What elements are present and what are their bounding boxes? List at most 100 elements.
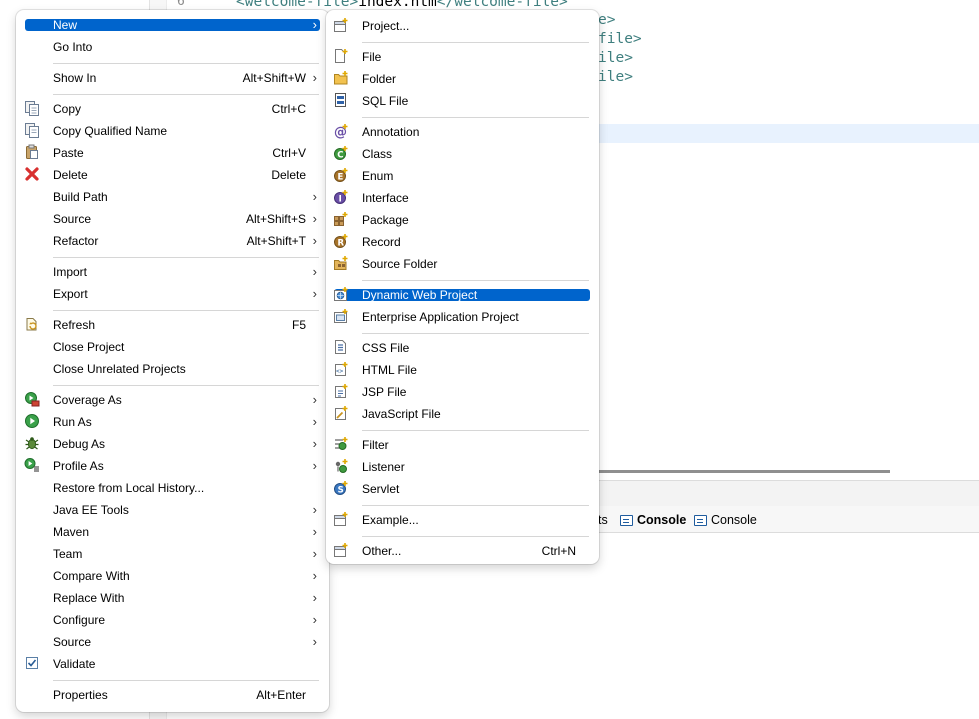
menu-item-debug-as[interactable]: Debug As › (16, 433, 329, 455)
submenu-item-package[interactable]: Package (326, 209, 599, 231)
menu-item-properties[interactable]: Properties Alt+Enter (16, 684, 329, 706)
submenu-item-servlet[interactable]: S Servlet (326, 478, 599, 500)
context-menu: New › Go Into Show In Alt+Shift+W › Copy… (16, 10, 329, 712)
chevron-right-icon: › (312, 264, 317, 279)
menu-item-restore-local-history[interactable]: Restore from Local History... (16, 477, 329, 499)
menu-item-coverage-as[interactable]: Coverage As › (16, 389, 329, 411)
submenu-item-filter[interactable]: Filter (326, 434, 599, 456)
menu-item-paste[interactable]: Paste Ctrl+V (16, 142, 329, 164)
ear-project-icon (333, 308, 349, 324)
delete-icon (24, 166, 40, 182)
submenu-item-file[interactable]: File (326, 46, 599, 68)
submenu-item-listener[interactable]: Listener (326, 456, 599, 478)
submenu-item-html-file[interactable]: <> HTML File (326, 359, 599, 381)
submenu-item-sql-file[interactable]: SQL File (326, 90, 599, 112)
other-icon (333, 542, 349, 558)
menu-item-run-as[interactable]: Run As › (16, 411, 329, 433)
menu-item-show-in[interactable]: Show In Alt+Shift+W › (16, 67, 329, 89)
horizontal-scrollbar[interactable] (598, 470, 890, 473)
submenu-item-enterprise-application-project[interactable]: Enterprise Application Project (326, 306, 599, 328)
submenu-item-css-file[interactable]: CSS File (326, 337, 599, 359)
class-icon: C (333, 145, 349, 161)
refresh-icon (24, 316, 40, 332)
view-tabs: ts Console Console (598, 506, 979, 533)
menu-item-profile-as[interactable]: Profile As › (16, 455, 329, 477)
menu-item-copy-qualified-name[interactable]: Copy Qualified Name (16, 120, 329, 142)
submenu-item-folder[interactable]: Folder (326, 68, 599, 90)
menu-item-validate[interactable]: Validate (16, 653, 329, 675)
submenu-item-example[interactable]: Example... (326, 509, 599, 531)
chevron-right-icon: › (312, 17, 317, 32)
line-number: 6 (177, 0, 185, 9)
chevron-right-icon: › (312, 568, 317, 583)
menu-item-java-ee-tools[interactable]: Java EE Tools › (16, 499, 329, 521)
chevron-right-icon: › (312, 233, 317, 248)
run-icon (24, 413, 40, 429)
submenu-item-project[interactable]: Project... (326, 15, 599, 37)
menu-item-configure[interactable]: Configure › (16, 609, 329, 631)
submenu-item-javascript-file[interactable]: JavaScript File (326, 403, 599, 425)
submenu-item-other[interactable]: Other... Ctrl+N (326, 540, 599, 562)
chevron-right-icon: › (312, 189, 317, 204)
menu-item-source-2[interactable]: Source › (16, 631, 329, 653)
menu-separator (362, 280, 589, 281)
svg-text:E: E (338, 172, 344, 182)
menu-item-team[interactable]: Team › (16, 543, 329, 565)
menu-separator (53, 257, 319, 258)
menu-separator (53, 310, 319, 311)
bug-icon (24, 435, 40, 451)
menu-item-maven[interactable]: Maven › (16, 521, 329, 543)
console-icon (694, 514, 707, 526)
menu-item-build-path[interactable]: Build Path › (16, 186, 329, 208)
tab-console[interactable]: Console (694, 513, 757, 527)
submenu-item-jsp-file[interactable]: JSP File (326, 381, 599, 403)
svg-text:<>: <> (336, 368, 344, 375)
code-line[interactable]: ile> (598, 49, 633, 68)
menu-separator (362, 333, 589, 334)
menu-item-refactor[interactable]: Refactor Alt+Shift+T › (16, 230, 329, 252)
web-project-icon (333, 286, 349, 302)
menu-item-copy[interactable]: Copy Ctrl+C (16, 98, 329, 120)
menu-item-import[interactable]: Import › (16, 261, 329, 283)
menu-item-export[interactable]: Export › (16, 283, 329, 305)
menu-separator (362, 536, 589, 537)
menu-item-close-project[interactable]: Close Project (16, 336, 329, 358)
chevron-right-icon: › (312, 211, 317, 226)
menu-item-new[interactable]: New › (16, 14, 329, 36)
submenu-item-annotation[interactable]: @ Annotation (326, 121, 599, 143)
chevron-right-icon: › (312, 392, 317, 407)
svg-text:S: S (338, 485, 344, 495)
menu-separator (362, 430, 589, 431)
chevron-right-icon: › (312, 590, 317, 605)
chevron-right-icon: › (312, 634, 317, 649)
menu-item-go-into[interactable]: Go Into (16, 36, 329, 58)
chevron-right-icon: › (312, 70, 317, 85)
menu-item-replace-with[interactable]: Replace With › (16, 587, 329, 609)
menu-item-delete[interactable]: Delete Delete (16, 164, 329, 186)
submenu-item-enum[interactable]: E Enum (326, 165, 599, 187)
new-file-icon (333, 48, 349, 64)
listener-icon (333, 458, 349, 474)
menu-item-refresh[interactable]: Refresh F5 (16, 314, 329, 336)
menu-separator (362, 117, 589, 118)
menu-item-close-unrelated-projects[interactable]: Close Unrelated Projects (16, 358, 329, 380)
submenu-item-interface[interactable]: I Interface (326, 187, 599, 209)
record-icon: R (333, 233, 349, 249)
chevron-right-icon: › (312, 524, 317, 539)
submenu-item-dynamic-web-project[interactable]: Dynamic Web Project (326, 284, 599, 306)
tab-console-active[interactable]: Console (620, 513, 686, 527)
svg-text:I: I (339, 194, 342, 204)
svg-text:C: C (337, 150, 343, 160)
code-line[interactable]: file> (598, 30, 642, 49)
submenu-item-record[interactable]: R Record (326, 231, 599, 253)
code-line[interactable]: e> (598, 11, 615, 30)
submenu-item-class[interactable]: C Class (326, 143, 599, 165)
submenu-item-source-folder[interactable]: Source Folder (326, 253, 599, 275)
menu-item-compare-with[interactable]: Compare With › (16, 565, 329, 587)
copy-icon (24, 100, 40, 116)
new-submenu: Project... File Folder SQL File @ Annota… (326, 10, 599, 564)
menu-separator (53, 94, 319, 95)
code-line[interactable]: ile> (598, 68, 633, 87)
tab-partial[interactable]: ts (598, 513, 608, 527)
menu-item-source[interactable]: Source Alt+Shift+S › (16, 208, 329, 230)
